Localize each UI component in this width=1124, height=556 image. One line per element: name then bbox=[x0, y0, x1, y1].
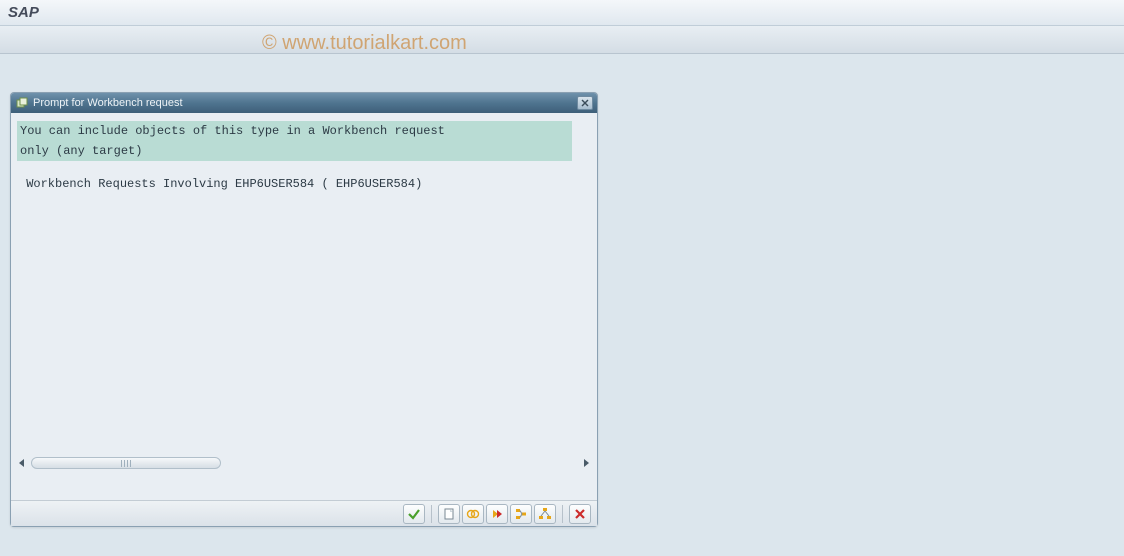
dialog-footer bbox=[11, 500, 597, 526]
app-title-bar: SAP bbox=[0, 0, 1124, 26]
footer-separator bbox=[431, 505, 432, 523]
continue-button[interactable] bbox=[403, 504, 425, 524]
scroll-thumb[interactable] bbox=[31, 457, 221, 469]
content-area: Prompt for Workbench request You can inc… bbox=[0, 54, 1124, 84]
workbench-request-dialog: Prompt for Workbench request You can inc… bbox=[10, 92, 598, 527]
cancel-icon bbox=[574, 508, 586, 520]
scroll-right-button[interactable] bbox=[581, 457, 591, 469]
dialog-close-button[interactable] bbox=[577, 96, 593, 110]
tree-alt-button[interactable] bbox=[534, 504, 556, 524]
app-title: SAP bbox=[8, 4, 39, 21]
toolbar-strip bbox=[0, 26, 1124, 54]
footer-separator-2 bbox=[562, 505, 563, 523]
highlight-message-line1: You can include objects of this type in … bbox=[17, 121, 572, 141]
requests-info-line: Workbench Requests Involving EHP6USER584… bbox=[17, 177, 591, 191]
forward-icon bbox=[490, 507, 504, 521]
new-document-icon bbox=[442, 507, 456, 521]
scroll-track[interactable] bbox=[29, 457, 579, 469]
dialog-title: Prompt for Workbench request bbox=[33, 97, 577, 109]
cancel-button[interactable] bbox=[569, 504, 591, 524]
forward-button[interactable] bbox=[486, 504, 508, 524]
tree-alt-icon bbox=[538, 507, 552, 521]
tree-icon bbox=[514, 507, 528, 521]
own-requests-button[interactable] bbox=[462, 504, 484, 524]
dialog-body: You can include objects of this type in … bbox=[11, 113, 597, 500]
triangle-right-icon bbox=[583, 459, 589, 467]
create-request-button[interactable] bbox=[438, 504, 460, 524]
horizontal-scrollbar[interactable] bbox=[17, 456, 591, 470]
close-icon bbox=[581, 99, 589, 107]
check-icon bbox=[407, 507, 421, 521]
scroll-left-button[interactable] bbox=[17, 457, 27, 469]
own-requests-icon bbox=[466, 507, 480, 521]
dialog-titlebar[interactable]: Prompt for Workbench request bbox=[11, 93, 597, 113]
highlight-message-line2: only (any target) bbox=[17, 141, 572, 161]
overlap-squares-icon bbox=[15, 96, 29, 110]
triangle-left-icon bbox=[19, 459, 25, 467]
tree-button[interactable] bbox=[510, 504, 532, 524]
